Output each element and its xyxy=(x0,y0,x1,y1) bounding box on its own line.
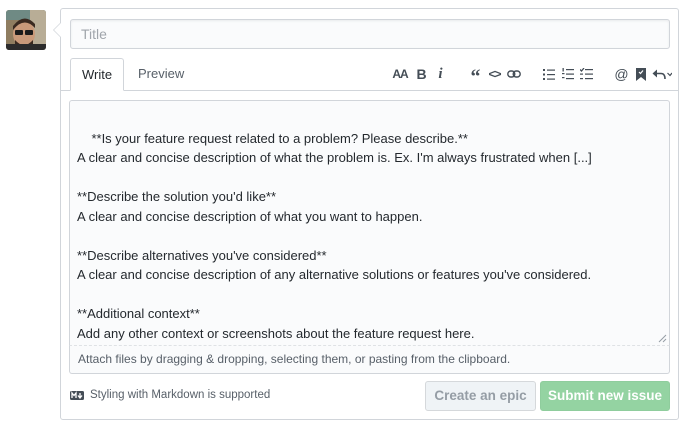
unordered-list-icon[interactable] xyxy=(539,63,558,85)
tab-preview[interactable]: Preview xyxy=(127,58,195,91)
issue-body-textarea[interactable]: **Is your feature request related to a p… xyxy=(69,100,670,346)
attach-files-area[interactable]: Attach files by dragging & dropping, sel… xyxy=(69,346,670,374)
insert-group: “ <> xyxy=(466,63,523,88)
attach-hint: Attach files by dragging & dropping, sel… xyxy=(78,352,511,366)
avatar-image xyxy=(6,10,46,50)
bold-icon[interactable]: B xyxy=(412,63,431,85)
code-icon[interactable]: <> xyxy=(485,63,504,85)
list-group xyxy=(539,63,596,85)
markdown-icon xyxy=(70,390,84,400)
avatar[interactable] xyxy=(6,10,46,50)
submit-issue-button[interactable]: Submit new issue xyxy=(540,381,670,411)
italic-icon[interactable]: i xyxy=(431,63,450,85)
text-size-icon[interactable]: AA xyxy=(388,63,412,85)
reference-group: @ xyxy=(612,63,674,85)
reply-icon[interactable] xyxy=(650,63,674,85)
title-input[interactable] xyxy=(70,19,670,49)
issue-body-text: **Is your feature request related to a p… xyxy=(77,130,592,341)
reference-icon[interactable] xyxy=(631,63,650,85)
resize-handle-icon[interactable] xyxy=(658,334,667,343)
task-list-icon[interactable] xyxy=(577,63,596,85)
markdown-note-label: Styling with Markdown is supported xyxy=(90,389,271,401)
quote-icon[interactable]: “ xyxy=(466,63,485,88)
new-issue-form: Write Preview AA B i “ <> @ xyxy=(53,8,679,420)
markdown-toolbar: AA B i “ <> @ xyxy=(372,61,674,88)
text-format-group: AA B i xyxy=(388,63,450,85)
create-epic-button[interactable]: Create an epic xyxy=(425,381,536,411)
link-icon[interactable] xyxy=(504,63,523,85)
ordered-list-icon[interactable] xyxy=(558,63,577,85)
tab-write[interactable]: Write xyxy=(70,58,125,91)
markdown-support-note[interactable]: Styling with Markdown is supported xyxy=(70,389,270,401)
mention-icon[interactable]: @ xyxy=(612,63,631,85)
